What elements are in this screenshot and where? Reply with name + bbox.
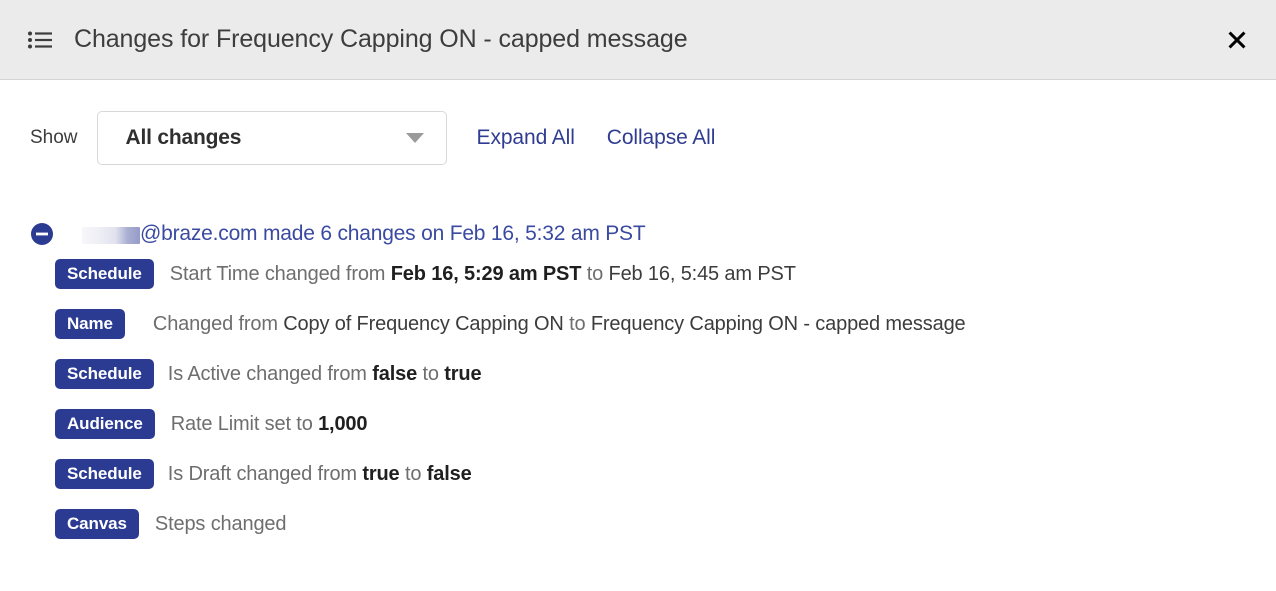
change-row: Schedule Is Active changed from false to … xyxy=(0,349,1276,399)
modal-header: Changes for Frequency Capping ON - cappe… xyxy=(0,0,1276,80)
change-text-segment: false xyxy=(372,362,418,385)
changes-list: @braze.com made 6 changes on Feb 16, 5:3… xyxy=(0,165,1276,549)
change-category-badge: Name xyxy=(55,309,125,339)
show-label: Show xyxy=(30,127,78,148)
change-category-badge: Schedule xyxy=(55,359,154,389)
change-category-badge: Canvas xyxy=(55,509,139,539)
change-group-title: @braze.com made 6 changes on Feb 16, 5:3… xyxy=(140,222,646,245)
change-text-segment: Feb 16, 5:45 am PST xyxy=(608,262,796,285)
change-text-segment: Is Active changed from xyxy=(167,362,373,385)
change-text-segment: Rate Limit set to xyxy=(170,412,319,435)
change-text-segment: false xyxy=(426,462,472,485)
change-text-segment: Start Time changed from xyxy=(169,262,391,285)
change-text-segment: 1,000 xyxy=(318,412,368,435)
change-text-segment: to xyxy=(417,362,445,385)
change-text-segment: Feb 16, 5:29 am PST xyxy=(390,262,582,285)
change-description: Start Time changed from Feb 16, 5:29 am … xyxy=(170,263,796,286)
change-category-badge: Audience xyxy=(55,409,155,439)
changes-filter-select[interactable]: All changes xyxy=(96,111,447,165)
expand-all-link[interactable]: Expand All xyxy=(477,126,575,150)
change-description: Is Draft changed from true to false xyxy=(168,463,472,486)
change-text-segment: Frequency Capping ON - capped message xyxy=(590,312,966,335)
change-text-segment: true xyxy=(444,362,482,385)
list-icon xyxy=(28,31,52,49)
change-description: Is Active changed from false to true xyxy=(168,363,482,386)
change-text-segment: true xyxy=(362,462,400,485)
collapse-all-link[interactable]: Collapse All xyxy=(607,126,716,150)
change-text-segment: to xyxy=(581,262,609,285)
change-description: Rate Limit set to 1,000 xyxy=(171,413,368,436)
change-row: Audience Rate Limit set to 1,000 xyxy=(0,399,1276,449)
change-category-badge: Schedule xyxy=(55,459,154,489)
change-text-segment: to xyxy=(399,462,427,485)
change-group-header: @braze.com made 6 changes on Feb 16, 5:3… xyxy=(0,219,1276,249)
change-row: Schedule Start Time changed from Feb 16, … xyxy=(0,249,1276,299)
change-text-segment: Steps changed xyxy=(154,512,287,535)
minus-circle-icon[interactable] xyxy=(30,222,54,246)
change-text-segment: to xyxy=(563,312,591,335)
change-category-badge: Schedule xyxy=(55,259,154,289)
change-description: Changed from Copy of Frequency Capping O… xyxy=(153,313,966,336)
change-description: Steps changed xyxy=(155,513,287,536)
filter-toolbar: Show All changes Expand All Collapse All xyxy=(0,80,1276,165)
change-row: Canvas Steps changed xyxy=(0,499,1276,549)
change-rows-container: Schedule Start Time changed from Feb 16, … xyxy=(0,249,1276,549)
redacted-author xyxy=(82,226,140,244)
change-text-segment: Changed from xyxy=(152,312,284,335)
change-text-segment: Is Draft changed from xyxy=(167,462,363,485)
change-text-segment: Copy of Frequency Capping ON xyxy=(283,312,564,335)
changes-filter-value: All changes xyxy=(125,126,242,149)
close-icon[interactable] xyxy=(1220,23,1254,57)
page-title: Changes for Frequency Capping ON - cappe… xyxy=(74,25,688,53)
toolbar-links: Expand All Collapse All xyxy=(477,126,716,150)
change-row: Schedule Is Draft changed from true to fa… xyxy=(0,449,1276,499)
change-row: Name Changed from Copy of Frequency Cappi… xyxy=(0,299,1276,349)
chevron-down-icon xyxy=(405,133,424,143)
